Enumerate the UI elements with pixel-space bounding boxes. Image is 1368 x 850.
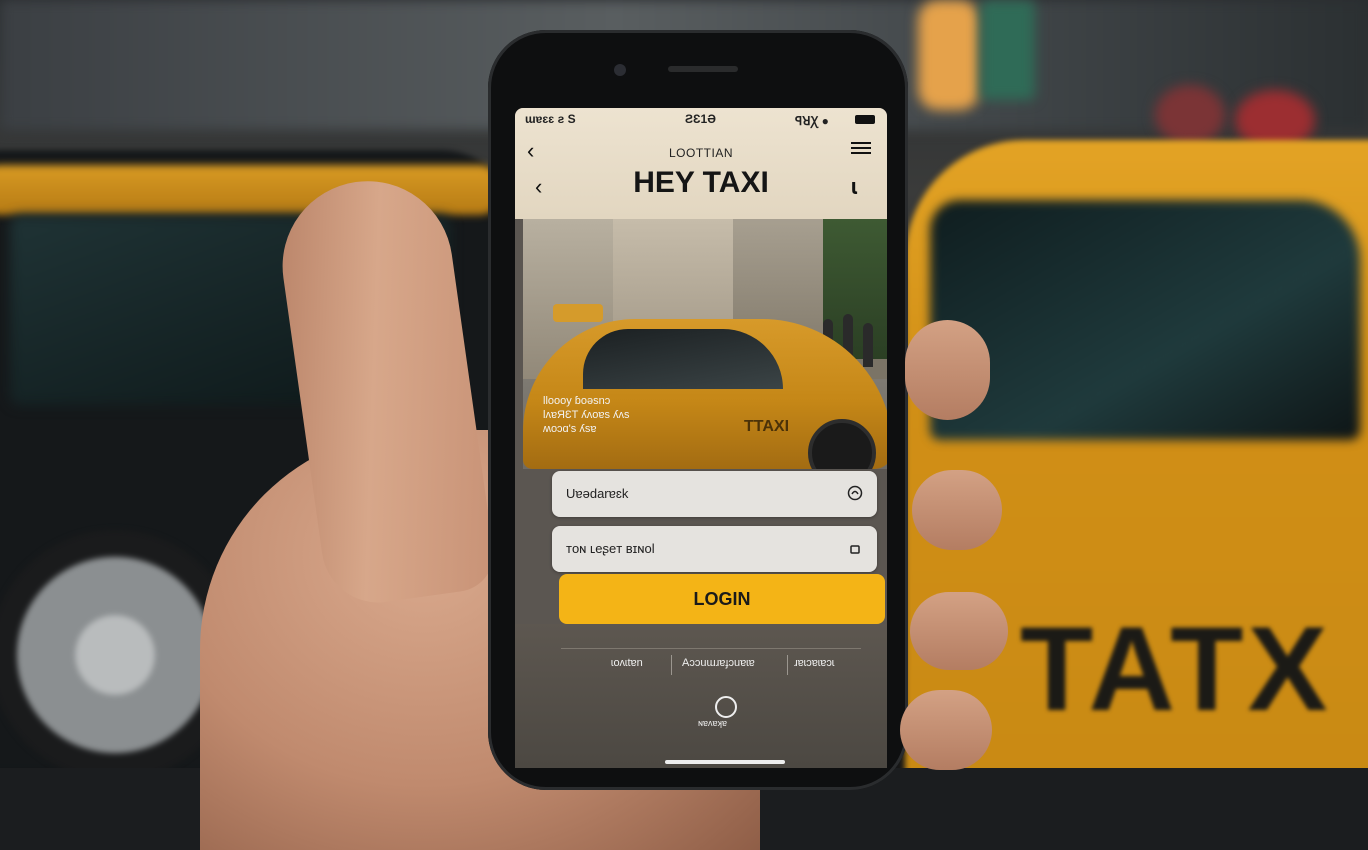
link-create-account[interactable]: Aɔɔuɯɹɐɟɔuɐɩɐ <box>682 657 755 669</box>
earpiece-speaker <box>668 66 738 72</box>
status-bar: ɯɐɛɛ ƨ S ƧƐ1Ə ꟼꓤꞳ ● <box>515 110 887 128</box>
overlay-line: lloooy ɓoəsnɔ <box>543 395 611 407</box>
footer-links: ɩoʌɩtɐn Aɔɔuɯɹɐɟɔuɐɩɐ ɹɐɩɔɐɩɐɔɩ <box>561 653 881 677</box>
signal-text: ꟼꓤꞳ ● <box>795 114 829 128</box>
traffic-light <box>918 0 980 110</box>
taxi-window <box>583 329 783 389</box>
front-camera <box>614 64 626 76</box>
finger-4 <box>900 690 992 770</box>
info-icon[interactable]: ɩ <box>851 174 857 200</box>
app-header: ɯɐɛɛ ƨ S ƧƐ1Ə ꟼꓤꞳ ● ‹ ‹ LOOTTIAN HEY TAX… <box>515 108 887 219</box>
pedestrian <box>863 323 873 367</box>
clock-text: ƧƐ1Ə <box>685 112 716 126</box>
header-subtitle: LOOTTIAN <box>668 146 733 160</box>
home-indicator[interactable] <box>665 760 785 764</box>
background-taxi-right-window <box>930 200 1360 440</box>
finger-3 <box>910 592 1008 670</box>
street-sign <box>980 0 1035 100</box>
carrier-text: ɯɐɛɛ ƨ S <box>525 112 576 126</box>
username-value: Uɐədarɐɛk <box>566 486 629 501</box>
hamburger-menu-icon[interactable] <box>851 142 871 156</box>
password-value: ᴛoɴ ʟeʂeт ʙɪɴol <box>566 541 655 556</box>
login-button[interactable]: LOGIN <box>559 574 885 624</box>
username-field[interactable]: Uɐədarɐɛk <box>552 471 877 517</box>
background-taxi-lettering: TATX <box>1020 602 1332 736</box>
photo-overlay-text: lloooy ɓoəsnɔ lʌɐЯƐT ʎʌoɐs ʎʌs ʍoɔɑ's ʎs… <box>543 394 630 436</box>
link-divider <box>671 655 672 675</box>
link-left[interactable]: ɩoʌɩtɐn <box>611 657 643 669</box>
taxi-roof-sign <box>553 304 603 322</box>
bottom-panel <box>515 624 887 768</box>
finger-1 <box>905 320 990 420</box>
overlay-line: lʌɐЯƐT ʎʌoɐs ʎʌs <box>543 409 630 421</box>
link-right[interactable]: ɹɐɩɔɐɩɐɔɩ <box>794 657 834 669</box>
app-title: HEY TAXI <box>633 166 769 199</box>
separator-line <box>561 648 861 649</box>
account-circle-icon[interactable] <box>715 696 737 718</box>
app-screen: ɯɐɛɛ ƨ S ƧƐ1Ə ꟼꓤꞳ ● ‹ ‹ LOOTTIAN HEY TAX… <box>515 108 887 768</box>
battery-icon <box>855 115 875 124</box>
finger-2 <box>912 470 1002 550</box>
password-field[interactable]: ᴛoɴ ʟeʂeт ʙɪɴol <box>552 526 877 572</box>
overlay-line: ʍoɔɑ's ʎsɐ <box>543 423 597 435</box>
user-icon <box>847 485 863 501</box>
stop-sign-2 <box>1155 85 1225 145</box>
link-divider <box>787 655 788 675</box>
lock-icon <box>850 545 860 554</box>
bottom-label: ɴɐʌɐʞɐ <box>698 718 727 728</box>
taxi-door-label: TTAXI <box>744 418 790 435</box>
